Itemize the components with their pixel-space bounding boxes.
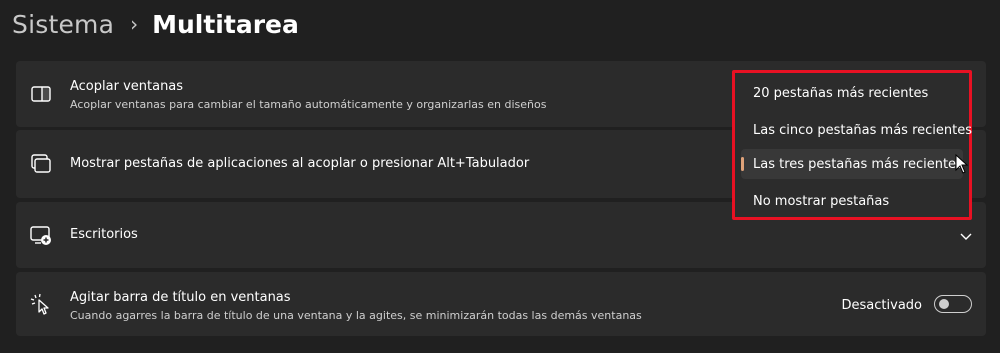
mouse-pointer-icon xyxy=(955,154,969,174)
snap-windows-icon xyxy=(31,86,51,102)
dropdown-option[interactable]: No mostrar pestañas xyxy=(741,186,963,216)
selection-indicator xyxy=(741,157,744,171)
alt-tab-title: Mostrar pestañas de aplicaciones al acop… xyxy=(70,156,530,171)
breadcrumb-parent[interactable]: Sistema xyxy=(12,10,114,39)
dropdown-option-selected[interactable]: Las tres pestañas más recientes xyxy=(741,149,963,179)
snap-windows-title: Acoplar ventanas xyxy=(70,79,184,94)
dropdown-option[interactable]: 20 pestañas más recientes xyxy=(741,78,963,108)
chevron-down-icon[interactable] xyxy=(958,228,974,244)
dropdown-option[interactable]: Las cinco pestañas más recientes xyxy=(741,115,972,145)
shake-toggle[interactable] xyxy=(934,295,972,313)
shake-pointer-icon xyxy=(30,293,49,315)
desktop-add-icon xyxy=(30,226,51,245)
page-title: Multitarea xyxy=(152,9,299,39)
shake-title: Agitar barra de título en ventanas xyxy=(70,290,291,305)
snap-windows-description: Acoplar ventanas para cambiar el tamaño … xyxy=(70,98,547,111)
breadcrumb: Sistema › Multitarea xyxy=(12,6,299,42)
breadcrumb-separator: › xyxy=(130,12,139,36)
desktops-title: Escritorios xyxy=(70,227,138,242)
dropdown-option-label: Las tres pestañas más recientes xyxy=(753,156,963,172)
toggle-knob xyxy=(939,299,949,309)
shake-description: Cuando agarres la barra de título de una… xyxy=(70,309,642,322)
shake-title-bar-card: Agitar barra de título en ventanas Cuand… xyxy=(16,272,986,336)
shake-toggle-label: Desactivado xyxy=(841,298,922,313)
stacked-windows-icon xyxy=(31,154,51,173)
tabs-dropdown-menu: 20 pestañas más recientes Las cinco pest… xyxy=(732,70,972,220)
